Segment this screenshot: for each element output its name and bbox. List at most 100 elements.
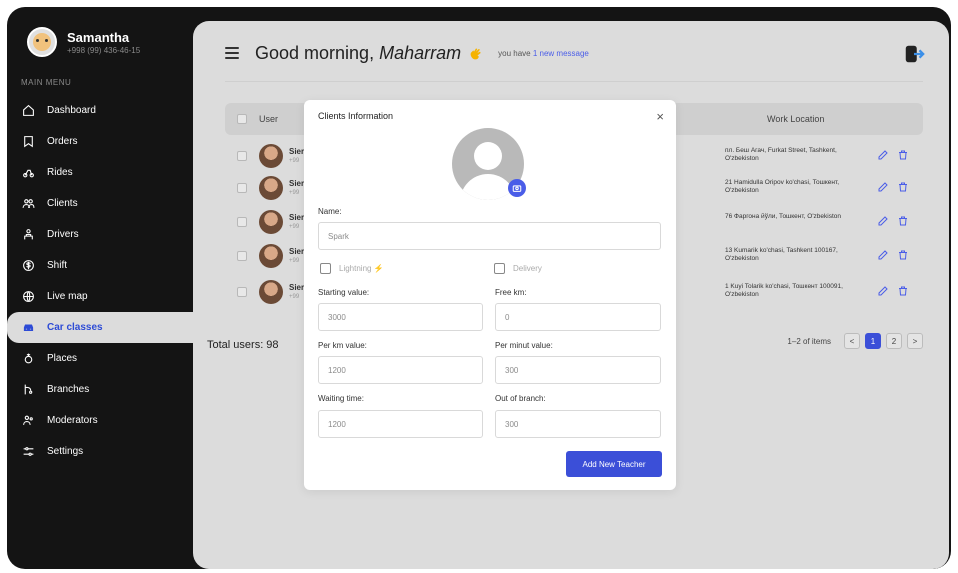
trash-icon[interactable] (897, 249, 909, 261)
trash-icon[interactable] (897, 149, 909, 161)
sidebar-item-rides[interactable]: Rides (7, 157, 193, 188)
waving-hand-icon (470, 47, 481, 59)
delivery-checkbox[interactable]: Delivery (494, 263, 542, 274)
sidebar-item-label: Branches (47, 384, 90, 395)
user-phone: +99 (289, 258, 300, 264)
close-icon[interactable]: × (656, 109, 664, 124)
sidebar-item-label: Dashboard (47, 105, 96, 116)
work-location: 13 Kumarik ko'chasi, Tashkent 100167, O'… (725, 247, 838, 262)
waiting-time-field[interactable] (318, 410, 483, 438)
edit-icon[interactable] (877, 215, 889, 227)
pager-info: 1–2 of items (787, 336, 831, 346)
moderators-icon (21, 414, 35, 428)
page-2-button[interactable]: 2 (886, 333, 902, 349)
branch-icon (21, 383, 35, 397)
sidebar-item-shift[interactable]: Shift (7, 250, 193, 281)
sidebar-item-settings[interactable]: Settings (7, 436, 193, 467)
lightning-label: Lightning (339, 264, 372, 273)
greeting-text: Good morning, (255, 42, 375, 63)
edit-icon[interactable] (877, 149, 889, 161)
avatar (259, 144, 283, 168)
menu-section-label: MAIN MENU (21, 78, 72, 87)
modal-title: Clients Information (318, 111, 394, 121)
per-minut-field[interactable] (495, 356, 661, 384)
prev-page-button[interactable]: < (844, 333, 860, 349)
column-user: User (259, 114, 279, 124)
work-location: пл. Беш Агач, Furkat Street, Tashkent, O… (725, 147, 837, 162)
select-all-checkbox[interactable] (237, 114, 247, 124)
sidebar-item-live-map[interactable]: Live map (7, 281, 193, 312)
free-km-field[interactable] (495, 303, 661, 331)
sidebar-item-branches[interactable]: Branches (7, 374, 193, 405)
camera-icon[interactable] (508, 179, 526, 197)
user-name: Sier (289, 283, 305, 292)
work-location: 76 Фаргона йўли, Тошкент, O'zbekiston (725, 213, 842, 220)
sidebar-item-label: Settings (47, 446, 84, 457)
sidebar-item-moderators[interactable]: Moderators (7, 405, 193, 436)
starting-value-label: Starting value: (318, 288, 370, 297)
per-minut-label: Per minut value: (495, 341, 553, 350)
logout-icon[interactable] (903, 43, 925, 65)
sliders-icon (21, 445, 35, 459)
globe-icon (21, 290, 35, 304)
sidebar-item-label: Rides (47, 167, 73, 178)
places-icon (21, 352, 35, 366)
sidebar-item-drivers[interactable]: Drivers (7, 219, 193, 250)
page-1-button[interactable]: 1 (865, 333, 881, 349)
row-checkbox[interactable] (237, 151, 247, 161)
work-location: 1 Kuyi Tolarik ko'chasi, Тошкент 100091,… (725, 283, 843, 298)
users-icon (21, 197, 35, 211)
top-bar: Good morning, Maharram you have 1 new me… (225, 39, 925, 67)
sidebar-item-label: Places (47, 353, 78, 364)
edit-icon[interactable] (877, 285, 889, 297)
avatar (259, 210, 283, 234)
sidebar-item-orders[interactable]: Orders (7, 126, 193, 157)
sidebar-item-label: Drivers (47, 229, 79, 240)
per-km-label: Per km value: (318, 341, 367, 350)
driver-icon (21, 228, 35, 242)
new-message-link[interactable]: 1 new message (533, 49, 589, 58)
trash-icon[interactable] (897, 215, 909, 227)
lightning-checkbox[interactable]: Lightning ⚡ (320, 263, 383, 274)
avatar (259, 280, 283, 304)
checkbox-box[interactable] (320, 263, 331, 274)
out-of-branch-field[interactable] (495, 410, 661, 438)
avatar (259, 244, 283, 268)
pagination: 1–2 of items < 1 2 > (787, 333, 923, 349)
greeting: Good morning, Maharram (255, 43, 484, 64)
greeting-name: Maharram (379, 42, 462, 63)
hamburger-menu-icon[interactable] (225, 47, 239, 59)
sidebar-item-car-classes[interactable]: Car classes (7, 312, 193, 343)
trash-icon[interactable] (897, 285, 909, 297)
row-checkbox[interactable] (237, 251, 247, 261)
car-icon (21, 321, 35, 335)
checkbox-box[interactable] (494, 263, 505, 274)
next-page-button[interactable]: > (907, 333, 923, 349)
name-field[interactable] (318, 222, 661, 250)
user-phone: +99 (289, 190, 300, 196)
user-phone: +99 (289, 224, 300, 230)
row-checkbox[interactable] (237, 217, 247, 227)
edit-icon[interactable] (877, 249, 889, 261)
divider (225, 81, 923, 82)
dollar-icon (21, 259, 35, 273)
starting-value-field[interactable] (318, 303, 483, 331)
user-name: Sier (289, 247, 305, 256)
row-checkbox[interactable] (237, 287, 247, 297)
trash-icon[interactable] (897, 181, 909, 193)
clients-information-modal: Clients Information × Name: Lightning ⚡ … (304, 100, 676, 490)
sidebar-item-label: Orders (47, 136, 78, 147)
sidebar-item-label: Moderators (47, 415, 98, 426)
add-new-teacher-button[interactable]: Add New Teacher (566, 451, 662, 477)
avatar (27, 27, 57, 57)
edit-icon[interactable] (877, 181, 889, 193)
per-km-field[interactable] (318, 356, 483, 384)
row-checkbox[interactable] (237, 183, 247, 193)
sidebar-item-places[interactable]: Places (7, 343, 193, 374)
sidebar-item-clients[interactable]: Clients (7, 188, 193, 219)
user-profile[interactable]: Samantha +998 (99) 436-46-15 (27, 27, 140, 57)
sidebar-menu: Dashboard Orders Rides Clients Drivers S… (7, 95, 193, 467)
sidebar-item-label: Car classes (47, 322, 103, 333)
sidebar-item-dashboard[interactable]: Dashboard (7, 95, 193, 126)
user-name: Sier (289, 213, 305, 222)
